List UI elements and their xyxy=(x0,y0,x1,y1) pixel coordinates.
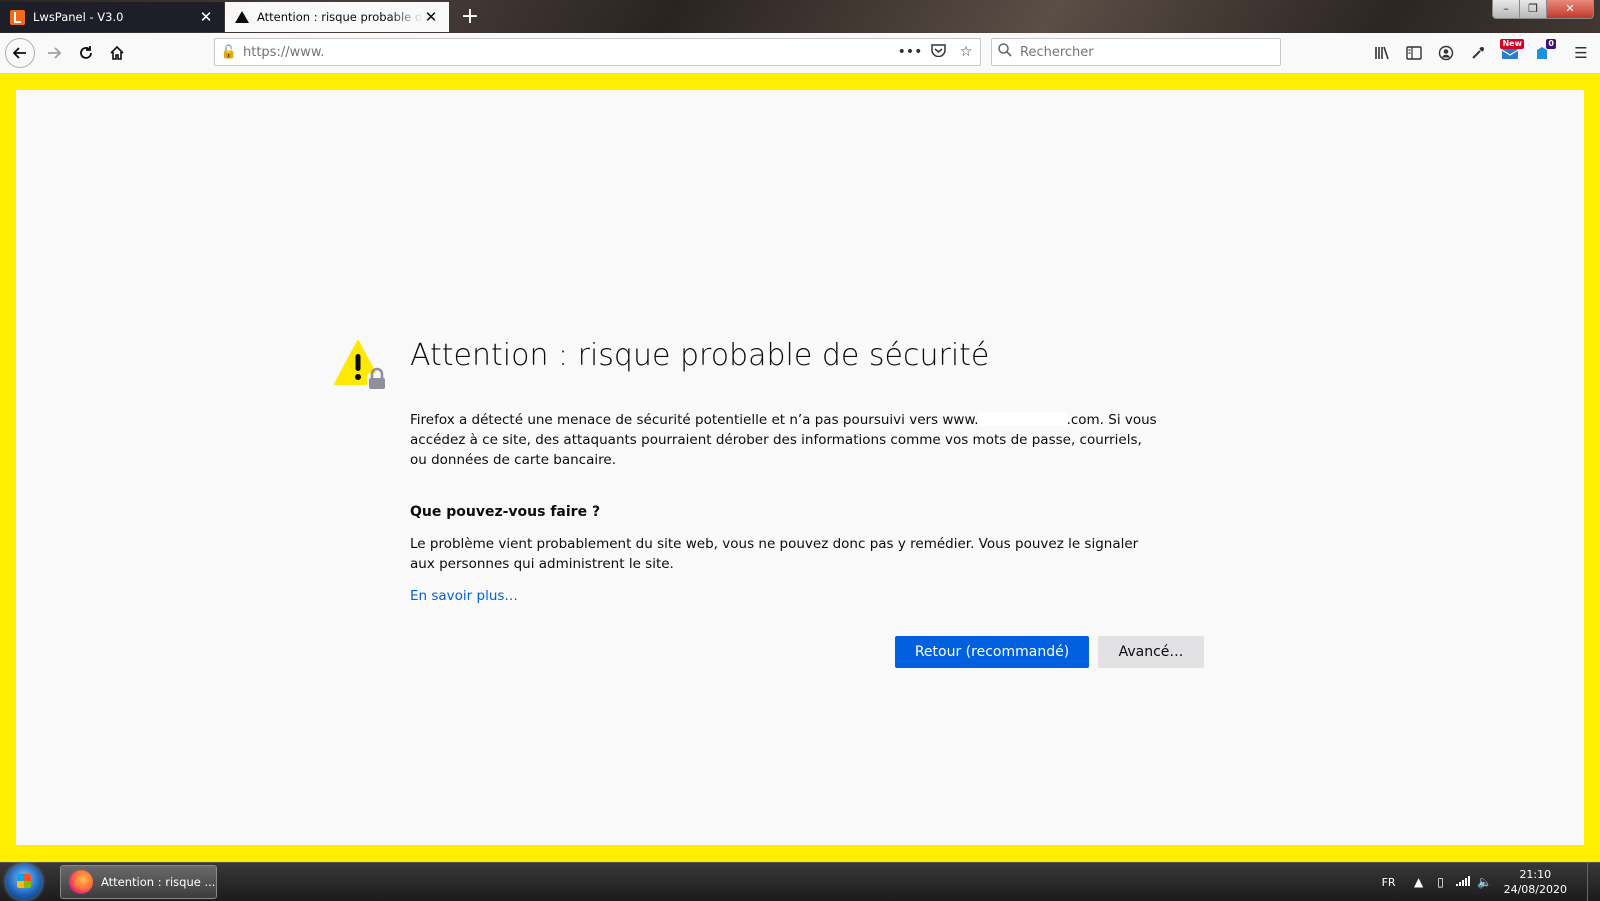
close-icon[interactable]: ✕ xyxy=(423,8,439,26)
tab-bar: LwsPanel - V3.0 ✕ Attention : risque pro… xyxy=(0,0,1600,33)
window-controls: – ❐ ✕ xyxy=(1492,0,1594,19)
extension-counter-icon[interactable]: 0 xyxy=(1528,39,1556,67)
firefox-icon xyxy=(69,870,93,894)
arrow-right-icon xyxy=(48,47,62,59)
tab-lwspanel[interactable]: LwsPanel - V3.0 ✕ xyxy=(0,2,224,32)
volume-icon[interactable]: 🔈 xyxy=(1474,875,1496,889)
eyedropper-icon[interactable] xyxy=(1464,39,1492,67)
usb-device-icon[interactable]: ▯ xyxy=(1430,875,1452,889)
tab-title: LwsPanel - V3.0 xyxy=(33,10,124,24)
tab-title: Attention : risque probable de sécurité xyxy=(257,10,423,24)
more-actions-icon[interactable]: ••• xyxy=(896,44,924,60)
clock[interactable]: 21:10 24/08/2020 xyxy=(1504,867,1567,897)
reload-icon xyxy=(80,46,92,59)
back-button[interactable] xyxy=(5,38,35,68)
lws-icon xyxy=(10,9,25,25)
language-indicator[interactable]: FR xyxy=(1382,876,1396,889)
close-icon[interactable]: ✕ xyxy=(198,8,214,26)
warning-lock-icon xyxy=(334,340,387,389)
new-tab-button[interactable]: + xyxy=(456,3,484,31)
minimize-button[interactable]: – xyxy=(1493,0,1519,18)
library-icon[interactable] xyxy=(1368,39,1396,67)
reload-button[interactable] xyxy=(72,39,100,67)
taskbar: Attention : risque ... FR ▲ ▯ 🔈 21:10 24… xyxy=(0,862,1600,901)
description-part-1: Firefox a détecté une menace de sécurité… xyxy=(410,412,979,428)
what-can-you-do-text: Le problème vient probablement du site w… xyxy=(410,536,1139,572)
system-tray: FR ▲ ▯ 🔈 21:10 24/08/2020 xyxy=(1382,863,1600,901)
arrow-left-icon xyxy=(12,47,26,59)
learn-more-link[interactable]: En savoir plus… xyxy=(410,588,518,604)
clock-date: 24/08/2020 xyxy=(1503,883,1567,896)
show-desktop-button[interactable] xyxy=(1587,863,1600,901)
home-icon xyxy=(110,45,124,60)
page-content: Attention : risque probable de sécurité … xyxy=(16,90,1584,845)
go-back-button[interactable]: Retour (recommandé) xyxy=(895,636,1089,668)
taskbar-item-firefox[interactable]: Attention : risque ... xyxy=(60,865,217,899)
url-text[interactable]: https://www. xyxy=(243,45,896,60)
start-button[interactable] xyxy=(6,864,42,900)
search-icon xyxy=(992,43,1018,61)
sidebar-icon[interactable] xyxy=(1400,39,1428,67)
home-button[interactable] xyxy=(103,39,131,67)
broken-lock-icon[interactable]: 🔓 xyxy=(215,45,243,60)
search-input[interactable] xyxy=(1018,43,1280,61)
network-signal-icon[interactable] xyxy=(1452,875,1474,889)
error-description: Firefox a détecté une menace de sécurité… xyxy=(410,410,1160,470)
navigation-toolbar: 🔓 https://www. ••• ☆ New 0 ☰ xyxy=(0,33,1600,74)
chevron-up-icon[interactable]: ▲ xyxy=(1408,875,1430,889)
search-bar[interactable] xyxy=(991,38,1281,66)
error-title: Attention : risque probable de sécurité xyxy=(410,338,990,373)
redacted-domain xyxy=(978,412,1067,426)
extension-new-icon[interactable]: New xyxy=(1496,39,1524,67)
forward-button[interactable] xyxy=(40,39,68,67)
tab-security-warning[interactable]: Attention : risque probable de sécurité … xyxy=(225,2,449,32)
maximize-button[interactable]: ❐ xyxy=(1519,0,1546,18)
menu-icon[interactable]: ☰ xyxy=(1567,39,1595,67)
warning-icon xyxy=(235,11,249,23)
advanced-button[interactable]: Avancé… xyxy=(1098,636,1204,668)
new-badge: New xyxy=(1500,39,1524,49)
count-badge: 0 xyxy=(1546,39,1556,49)
close-window-button[interactable]: ✕ xyxy=(1546,0,1593,18)
taskbar-item-title: Attention : risque ... xyxy=(101,875,216,889)
what-can-you-do-heading: Que pouvez-vous faire ? xyxy=(410,504,601,520)
account-icon[interactable] xyxy=(1432,39,1460,67)
url-bar[interactable]: 🔓 https://www. ••• ☆ xyxy=(214,38,981,66)
pocket-icon[interactable] xyxy=(924,43,952,61)
clock-time: 21:10 xyxy=(1519,868,1552,881)
highlight-frame: Attention : risque probable de sécurité … xyxy=(0,74,1600,862)
bookmark-star-icon[interactable]: ☆ xyxy=(952,44,980,60)
